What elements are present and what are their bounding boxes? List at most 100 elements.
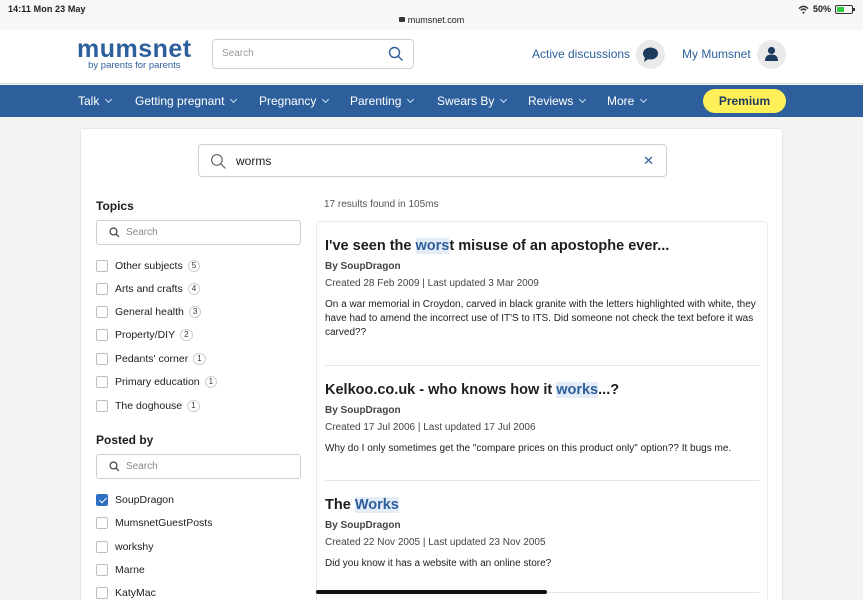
chat-icon[interactable] <box>636 40 665 69</box>
result-item[interactable]: Kelkoo.co.uk - who knows how it works...… <box>325 382 759 456</box>
topics-heading: Topics <box>96 199 134 213</box>
count-badge: 1 <box>187 400 200 412</box>
nav-item-swears-by[interactable]: Swears By <box>437 94 508 108</box>
result-author: By SoupDragon <box>325 405 401 416</box>
author-filter-workshy[interactable]: workshy <box>96 540 154 554</box>
active-discussions-link[interactable]: Active discussions <box>532 47 630 61</box>
result-author: By SoupDragon <box>325 261 401 272</box>
count-badge: 5 <box>187 260 201 272</box>
result-dates: Created 28 Feb 2009 | Last updated 3 Mar… <box>325 278 539 289</box>
result-item[interactable]: I've seen the worst misuse of an apostop… <box>325 238 759 340</box>
posted-by-heading: Posted by <box>96 433 154 447</box>
status-indicators: 50% <box>798 4 855 14</box>
chevron-down-icon <box>579 95 587 104</box>
posted-by-search-input[interactable]: Search <box>96 454 301 479</box>
battery-icon <box>835 4 855 14</box>
topics-search-placeholder: Search <box>126 227 158 238</box>
nav-item-pregnancy[interactable]: Pregnancy <box>259 94 330 108</box>
topic-filter-general-health[interactable]: General health 3 <box>96 305 202 319</box>
search-query-input[interactable]: worms ✕ <box>198 144 667 177</box>
chevron-down-icon <box>640 95 648 104</box>
result-author: By SoupDragon <box>325 520 401 531</box>
home-indicator[interactable] <box>316 590 547 594</box>
chevron-down-icon <box>500 95 508 104</box>
nav-item-talk[interactable]: Talk <box>78 94 113 108</box>
topics-search-input[interactable]: Search <box>96 220 301 245</box>
status-bar: 14:11 Mon 23 May mumsnet.com 50% <box>0 0 863 30</box>
search-highlight: wors <box>415 238 450 254</box>
site-header: mumsnet by parents for parents Search Ac… <box>0 30 863 84</box>
topic-filter-arts-and-crafts[interactable]: Arts and crafts 4 <box>96 282 201 296</box>
search-highlight: Works <box>354 497 399 513</box>
my-mumsnet-link[interactable]: My Mumsnet <box>682 47 751 61</box>
checkbox[interactable] <box>96 376 108 388</box>
result-dates: Created 22 Nov 2005 | Last updated 23 No… <box>325 537 546 548</box>
clear-search-icon[interactable]: ✕ <box>643 153 654 169</box>
address-url: mumsnet.com <box>407 15 465 25</box>
search-results-card: worms ✕ Topics Search Other subjects 5 Ar… <box>80 128 783 600</box>
checkbox[interactable] <box>96 353 108 365</box>
wifi-icon <box>798 5 809 14</box>
main-nav: Talk Getting pregnant Pregnancy Parentin… <box>0 85 863 117</box>
nav-item-parenting[interactable]: Parenting <box>350 94 415 108</box>
checkbox[interactable] <box>96 260 108 272</box>
logo-tagline: by parents for parents <box>88 60 181 71</box>
result-snippet: Did you know it has a website with an on… <box>325 558 552 569</box>
lock-icon <box>398 17 405 22</box>
search-icon <box>109 461 120 472</box>
author-filter-marne[interactable]: Marne <box>96 563 145 577</box>
battery-level: 50% <box>812 4 831 14</box>
result-divider <box>325 480 759 481</box>
topic-filter-the-doghouse[interactable]: The doghouse 1 <box>96 399 200 413</box>
result-title[interactable]: Kelkoo.co.uk - who knows how it works...… <box>325 382 759 398</box>
header-search-placeholder: Search <box>222 48 254 59</box>
logo-wordmark: mumsnet <box>77 35 192 63</box>
count-badge: 1 <box>204 376 218 388</box>
checkbox[interactable] <box>96 541 108 553</box>
count-badge: 2 <box>180 329 193 341</box>
search-icon <box>109 227 120 238</box>
result-dates: Created 17 Jul 2006 | Last updated 17 Ju… <box>325 422 536 433</box>
results-list: I've seen the worst misuse of an apostop… <box>316 221 768 600</box>
count-badge: 1 <box>193 353 206 365</box>
author-filter-soupdragon[interactable]: SoupDragon <box>96 493 174 507</box>
checkbox[interactable] <box>96 283 108 295</box>
checkbox-checked[interactable] <box>96 494 108 506</box>
author-filter-mumsnetguestposts[interactable]: MumsnetGuestPosts <box>96 516 212 530</box>
header-search-input[interactable]: Search <box>212 39 414 69</box>
result-snippet: On a war memorial in Croydon, carved in … <box>325 299 756 338</box>
checkbox[interactable] <box>96 587 108 599</box>
checkbox[interactable] <box>96 329 108 341</box>
checkbox[interactable] <box>96 517 108 529</box>
result-snippet: Why do I only sometimes get the "compare… <box>325 443 732 454</box>
search-icon[interactable] <box>388 46 404 62</box>
checkbox[interactable] <box>96 400 108 412</box>
nav-item-more[interactable]: More <box>607 94 648 108</box>
count-badge: 3 <box>188 306 202 318</box>
result-divider <box>325 365 759 366</box>
chevron-down-icon <box>322 95 330 104</box>
nav-item-getting-pregnant[interactable]: Getting pregnant <box>135 94 238 108</box>
status-time: 14:11 Mon 23 May <box>8 4 86 14</box>
premium-button[interactable]: Premium <box>703 89 786 113</box>
checkbox[interactable] <box>96 564 108 576</box>
topic-filter-primary-education[interactable]: Primary education 1 <box>96 375 218 389</box>
posted-by-search-placeholder: Search <box>126 461 158 472</box>
checkbox[interactable] <box>96 306 108 318</box>
search-highlight: works <box>556 382 599 398</box>
topic-filter-pedants-corner[interactable]: Pedants' corner 1 <box>96 352 206 366</box>
topic-filter-property-diy[interactable]: Property/DIY 2 <box>96 328 193 342</box>
chevron-down-icon <box>230 95 238 104</box>
search-query-value: worms <box>236 154 272 168</box>
result-title[interactable]: I've seen the worst misuse of an apostop… <box>325 238 759 254</box>
topic-filter-other-subjects[interactable]: Other subjects 5 <box>96 259 201 273</box>
address-bar[interactable]: mumsnet.com <box>0 15 863 25</box>
result-title[interactable]: The Works <box>325 497 759 513</box>
result-item[interactable]: The Works By SoupDragon Created 22 Nov 2… <box>325 497 759 571</box>
user-icon[interactable] <box>757 40 786 69</box>
chevron-down-icon <box>105 95 113 104</box>
author-filter-katymac[interactable]: KatyMac <box>96 586 156 600</box>
search-icon <box>211 154 226 169</box>
mumsnet-logo[interactable]: mumsnet by parents for parents <box>77 36 192 71</box>
nav-item-reviews[interactable]: Reviews <box>528 94 587 108</box>
